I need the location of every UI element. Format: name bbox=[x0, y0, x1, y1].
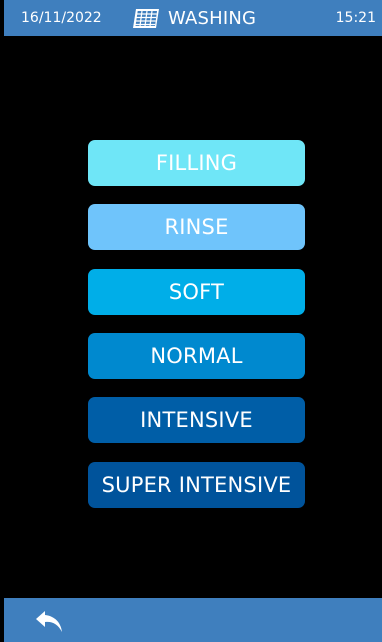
header-date: 16/11/2022 bbox=[21, 10, 102, 26]
footer-bar bbox=[4, 598, 382, 642]
program-super-intensive-button[interactable]: SUPER INTENSIVE bbox=[88, 462, 305, 508]
header-time: 15:21 bbox=[335, 10, 376, 26]
program-rinse-button[interactable]: RINSE bbox=[88, 204, 305, 250]
washer-rack-icon bbox=[133, 8, 159, 28]
program-filling-button[interactable]: FILLING bbox=[88, 140, 305, 186]
program-soft-button[interactable]: SOFT bbox=[88, 269, 305, 315]
header-title-group: WASHING bbox=[132, 7, 256, 29]
program-menu: FILLING RINSE SOFT NORMAL INTENSIVE SUPE… bbox=[4, 36, 380, 598]
program-intensive-button[interactable]: INTENSIVE bbox=[88, 397, 305, 443]
program-normal-button[interactable]: NORMAL bbox=[88, 333, 305, 379]
header-bar: 16/11/2022 WASHING 15:21 bbox=[4, 0, 382, 36]
page-title: WASHING bbox=[168, 7, 257, 29]
back-arrow-icon[interactable] bbox=[34, 607, 66, 635]
washing-screen: 16/11/2022 WASHING 15:21 FILLING RINSE S… bbox=[0, 0, 382, 642]
